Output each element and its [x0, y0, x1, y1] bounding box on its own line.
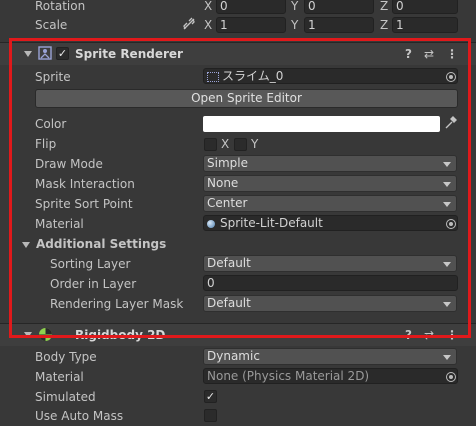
link-scale-icon[interactable] — [182, 17, 196, 34]
axis-x-label: X — [204, 18, 213, 32]
rotation-row: Rotation X 0 Y 0 Z 0 — [0, 0, 476, 16]
scale-x-field[interactable]: 1 — [216, 17, 286, 33]
rotation-y-field[interactable]: 0 — [304, 0, 374, 14]
body-type-dropdown[interactable]: Dynamic — [203, 348, 457, 365]
axis-y-label: Y — [291, 0, 299, 13]
axis-x-label: X — [204, 0, 213, 13]
highlight-frame — [9, 38, 471, 338]
scale-y-field[interactable]: 1 — [304, 17, 374, 33]
axis-y-label: Y — [291, 18, 299, 32]
dropdown-arrow-icon — [443, 355, 451, 360]
simulated-label: Simulated — [35, 390, 96, 404]
object-picker-icon[interactable] — [446, 372, 456, 382]
body-type-value: Dynamic — [207, 349, 260, 363]
rotation-label: Rotation — [35, 0, 86, 13]
auto-mass-label: Use Auto Mass — [35, 409, 124, 423]
body-type-label: Body Type — [35, 350, 97, 364]
axis-z-label: Z — [380, 0, 389, 13]
rotation-z-field[interactable]: 0 — [392, 0, 458, 14]
auto-mass-row: Use Auto Mass — [0, 406, 476, 426]
scale-row: Scale X 1 Y 1 Z 1 — [0, 15, 476, 35]
simulated-checkbox[interactable]: ✓ — [204, 390, 217, 403]
physics-material-row: Material None (Physics Material 2D) — [0, 367, 476, 387]
axis-z-label: Z — [380, 18, 389, 32]
simulated-row: Simulated ✓ — [0, 387, 476, 407]
auto-mass-checkbox[interactable] — [204, 409, 217, 422]
scale-z-field[interactable]: 1 — [392, 17, 458, 33]
rotation-x-field[interactable]: 0 — [216, 0, 286, 14]
scale-label: Scale — [35, 18, 68, 32]
body-type-row: Body Type Dynamic — [0, 347, 476, 367]
physics-material-label: Material — [35, 370, 84, 384]
physics-material-field[interactable]: None (Physics Material 2D) — [203, 368, 458, 384]
